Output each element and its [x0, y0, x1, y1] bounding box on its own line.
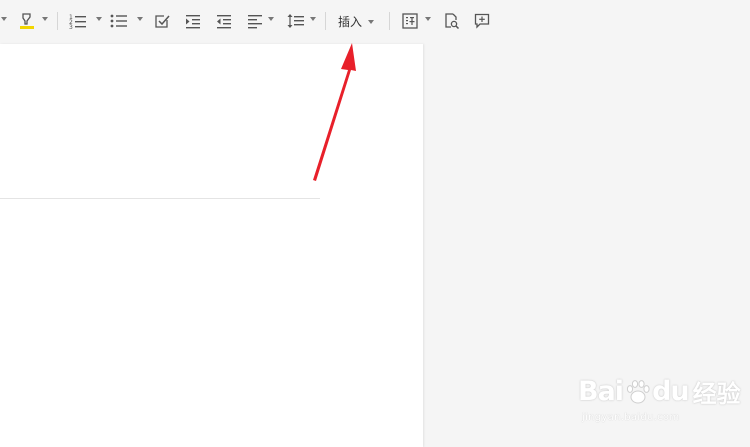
- watermark-brand: Bai du 经验: [578, 374, 741, 409]
- toolbar-separator: [325, 12, 326, 30]
- watermark-brand-tail: du: [652, 376, 690, 407]
- line-spacing-caret-icon[interactable]: [310, 17, 316, 21]
- translate-button[interactable]: [400, 9, 420, 33]
- line-spacing-icon: [287, 14, 304, 28]
- highlight-caret-icon[interactable]: [42, 17, 48, 21]
- insert-caret-icon: [368, 19, 375, 24]
- numbered-list-icon: 1 2 3: [69, 14, 86, 29]
- decrease-indent-icon: [217, 15, 231, 29]
- bulleted-list-icon: [110, 14, 127, 28]
- document-page[interactable]: [0, 44, 423, 447]
- increase-indent-icon: [186, 15, 200, 29]
- bulleted-list-button[interactable]: [109, 9, 129, 33]
- paw-logo-icon: [626, 379, 650, 403]
- align-left-icon: [248, 15, 262, 29]
- svg-text:3: 3: [69, 24, 73, 29]
- find-document-button[interactable]: [442, 9, 462, 33]
- decrease-indent-button[interactable]: [214, 9, 234, 33]
- bulleted-list-caret-icon[interactable]: [137, 17, 143, 21]
- page-divider-line: [0, 198, 320, 199]
- toolbar-separator: [57, 12, 58, 30]
- translate-icon: [402, 13, 418, 29]
- highlight-marker-icon: [20, 13, 34, 29]
- watermark-brand-text: Bai: [578, 376, 624, 407]
- watermark-brand-cn: 经验: [692, 380, 741, 408]
- insert-menu-button[interactable]: 插入: [336, 9, 376, 33]
- numbered-list-button[interactable]: 1 2 3: [68, 9, 88, 33]
- find-document-icon: [445, 13, 460, 29]
- line-spacing-button[interactable]: [285, 9, 307, 33]
- align-button[interactable]: [245, 9, 265, 33]
- editor-toolbar: 1 2 3 插入: [0, 0, 750, 42]
- translate-caret-icon[interactable]: [425, 17, 431, 21]
- increase-indent-button[interactable]: [183, 9, 203, 33]
- caret-down-icon[interactable]: [1, 17, 7, 21]
- add-comment-icon: [474, 13, 490, 29]
- insert-menu-label: 插入: [338, 14, 363, 29]
- align-caret-icon[interactable]: [268, 17, 274, 21]
- numbered-list-caret-icon[interactable]: [96, 17, 102, 21]
- watermark-url: jingyan.baidu.com: [582, 412, 680, 423]
- highlight-button[interactable]: [17, 9, 37, 33]
- checklist-button[interactable]: [152, 9, 172, 33]
- baidu-jingyan-watermark: Bai du 经验 jingyan.baidu.com: [578, 366, 750, 447]
- checklist-icon: [155, 15, 170, 28]
- toolbar-separator: [389, 12, 390, 30]
- add-comment-button[interactable]: [472, 9, 492, 33]
